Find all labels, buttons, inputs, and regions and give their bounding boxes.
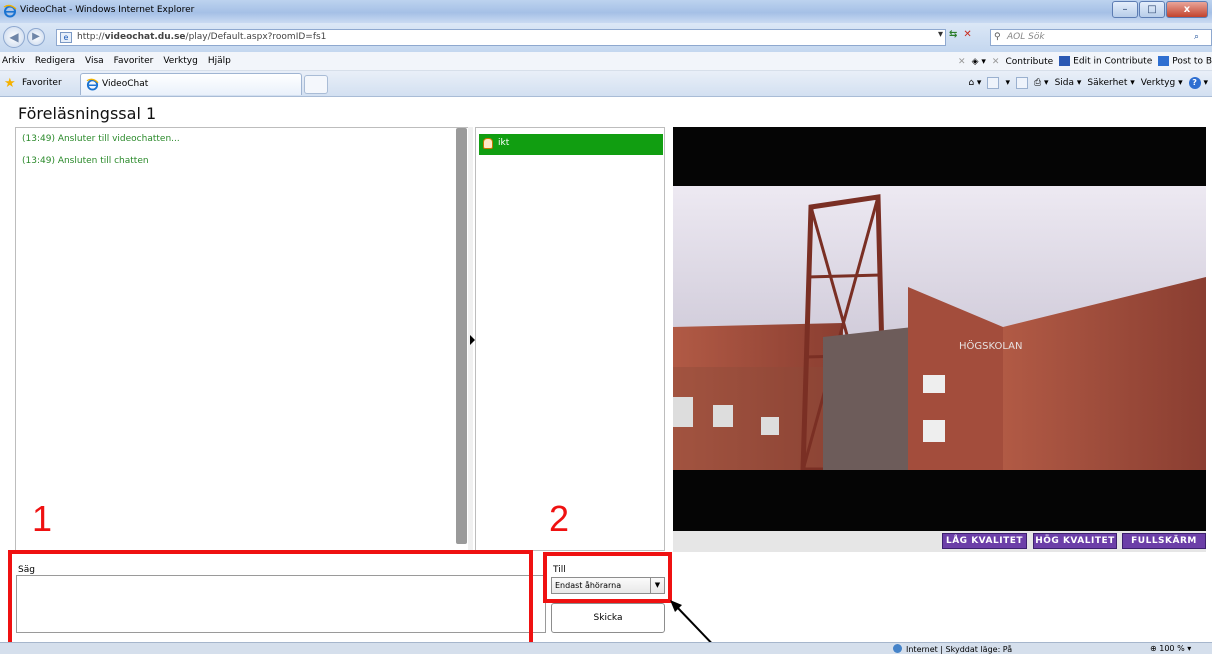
url-prefix: http:// bbox=[77, 32, 105, 42]
annotation-number-2: 2 bbox=[549, 498, 570, 539]
help-icon: ? bbox=[1188, 77, 1201, 89]
chat-log: (13:49) Ansluter till videochatten... (1… bbox=[15, 127, 472, 551]
forward-arrow-icon: ▶ bbox=[32, 31, 40, 42]
status-bar: Internet | Skyddat läge: På ⊕ 100 % ▾ bbox=[0, 642, 1212, 654]
address-controls: ▾ ⇆ ✕ bbox=[938, 29, 972, 40]
toolbar-right: ✕ ◈ ▾ ✕ Contribute Edit in Contribute Po… bbox=[958, 52, 1212, 71]
search-icon: ⚲ bbox=[994, 32, 1001, 42]
print-icon[interactable]: ⎙ ▾ bbox=[1034, 78, 1049, 88]
tools-menu[interactable]: Verktyg ▾ bbox=[1141, 78, 1183, 88]
search-placeholder: AOL Sök bbox=[1007, 32, 1045, 42]
building-sign: HÖGSKOLAN bbox=[959, 339, 1023, 352]
annotation-number-1: 1 bbox=[32, 498, 53, 539]
title-bar: VideoChat - Windows Internet Explorer – … bbox=[0, 0, 1212, 23]
security-zone-text: Internet | Skyddat läge: På bbox=[906, 645, 1013, 654]
ie-logo-icon bbox=[86, 78, 99, 91]
browser-window: VideoChat - Windows Internet Explorer – … bbox=[0, 0, 1212, 654]
tab-videochat[interactable]: VideoChat bbox=[80, 73, 302, 95]
page-title: Föreläsningssal 1 bbox=[18, 104, 157, 123]
url-host: videochat.du.se bbox=[104, 32, 186, 42]
menu-verktyg[interactable]: Verktyg bbox=[158, 56, 202, 66]
security-zone: Internet | Skyddat läge: På bbox=[893, 644, 1012, 654]
menu-hjalp[interactable]: Hjälp bbox=[203, 56, 236, 66]
post-icon bbox=[1158, 56, 1170, 67]
mail-icon[interactable] bbox=[1015, 77, 1028, 89]
search-field[interactable]: ⚲ AOL Sök ⌕ bbox=[990, 29, 1212, 46]
edit-in-contribute-button[interactable]: Edit in Contribute bbox=[1059, 56, 1152, 67]
low-quality-button[interactable]: LÅG KVALITET bbox=[942, 533, 1027, 549]
back-button[interactable]: ◀ bbox=[3, 26, 25, 48]
close-button[interactable]: x bbox=[1166, 1, 1208, 18]
addon-icon[interactable]: ◈ ▾ bbox=[972, 57, 986, 67]
feeds-icon[interactable] bbox=[987, 77, 1000, 89]
video-player[interactable]: HÖGSKOLAN bbox=[673, 127, 1206, 531]
close-toolbar-icon[interactable]: ✕ bbox=[958, 57, 966, 67]
tab-bar: ★ Favoriter VideoChat ⌂ ▾ ▾ ⎙ ▾ Sida ▾ S… bbox=[0, 71, 1212, 97]
forward-button[interactable]: ▶ bbox=[27, 28, 45, 46]
high-quality-button[interactable]: HÖG KVALITET bbox=[1033, 533, 1117, 549]
url-field[interactable]: e http://videochat.du.se/play/Default.as… bbox=[56, 29, 946, 46]
help-menu[interactable]: ? ▾ bbox=[1188, 77, 1208, 89]
zoom-text: 100 % bbox=[1159, 644, 1185, 653]
address-bar: ◀ ▶ e http://videochat.du.se/play/Defaul… bbox=[0, 23, 1212, 52]
refresh-icon[interactable]: ⇆ bbox=[949, 29, 957, 40]
menu-visa[interactable]: Visa bbox=[80, 56, 109, 66]
minimize-button[interactable]: – bbox=[1112, 1, 1138, 18]
close-contribute-icon[interactable]: ✕ bbox=[992, 57, 1000, 67]
stop-icon[interactable]: ✕ bbox=[963, 29, 971, 40]
annotation-box-2 bbox=[543, 552, 672, 603]
menu-favoriter[interactable]: Favoriter bbox=[109, 56, 159, 66]
fullscreen-button[interactable]: FULLSKÄRM bbox=[1122, 533, 1206, 549]
page-menu[interactable]: Sida ▾ bbox=[1055, 78, 1082, 88]
safety-menu[interactable]: Säkerhet ▾ bbox=[1087, 78, 1134, 88]
dropdown-icon[interactable]: ▾ bbox=[938, 29, 943, 40]
annotation-box-1 bbox=[8, 550, 533, 654]
feeds-dropdown-icon: ▾ bbox=[1005, 78, 1010, 88]
chat-scrollbar[interactable] bbox=[456, 128, 467, 544]
command-bar: ⌂ ▾ ▾ ⎙ ▾ Sida ▾ Säkerhet ▾ Verktyg ▾ ? … bbox=[968, 77, 1208, 89]
new-tab-button[interactable] bbox=[304, 75, 328, 94]
edit-in-contribute-label: Edit in Contribute bbox=[1073, 56, 1153, 67]
send-button[interactable]: Skicka bbox=[551, 603, 665, 633]
chat-message: (13:49) Ansluten till chatten bbox=[22, 156, 149, 166]
post-to-button[interactable]: Post to B bbox=[1158, 56, 1212, 67]
home-icon[interactable]: ⌂ ▾ bbox=[968, 78, 981, 88]
contribute-button[interactable]: Contribute bbox=[1005, 57, 1053, 67]
ie-logo-icon bbox=[3, 4, 17, 18]
video-frame: HÖGSKOLAN bbox=[673, 127, 1206, 531]
window-controls: – □ x bbox=[1111, 1, 1208, 18]
contribute-icon bbox=[1059, 56, 1071, 67]
favorites-star-icon[interactable]: ★ bbox=[4, 77, 18, 90]
menu-redigera[interactable]: Redigera bbox=[30, 56, 80, 66]
chat-message: (13:49) Ansluter till videochatten... bbox=[22, 134, 180, 144]
maximize-button[interactable]: □ bbox=[1139, 1, 1165, 18]
globe-icon bbox=[893, 644, 902, 653]
page-icon: e bbox=[60, 32, 72, 43]
menu-bar: Arkiv Redigera Visa Favoriter Verktyg Hj… bbox=[0, 52, 1212, 71]
user-icon bbox=[483, 138, 493, 149]
user-list-item[interactable]: ikt bbox=[479, 134, 663, 155]
menu-arkiv[interactable]: Arkiv bbox=[0, 56, 30, 66]
window-title: VideoChat - Windows Internet Explorer bbox=[20, 5, 195, 15]
user-list: ikt bbox=[475, 127, 665, 551]
back-arrow-icon: ◀ bbox=[9, 30, 19, 44]
favorites-button[interactable]: Favoriter bbox=[22, 78, 62, 88]
url-path: /play/Default.aspx?roomID=fs1 bbox=[185, 32, 327, 42]
zoom-level[interactable]: ⊕ 100 % ▾ bbox=[1150, 644, 1191, 653]
user-name: ikt bbox=[498, 138, 510, 148]
search-go-icon[interactable]: ⌕ bbox=[1194, 30, 1199, 45]
post-to-label: Post to B bbox=[1172, 56, 1212, 67]
tab-label: VideoChat bbox=[102, 79, 149, 89]
